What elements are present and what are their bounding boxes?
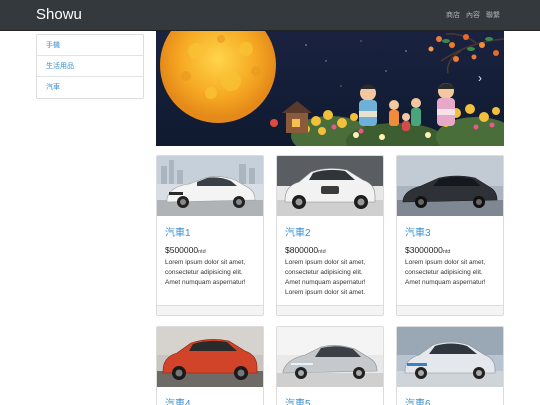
product-card: 汽車4 bbox=[156, 326, 264, 405]
price-unit: ntd bbox=[442, 249, 451, 255]
card-price: $500000ntd bbox=[165, 245, 255, 255]
card-footer bbox=[397, 305, 503, 315]
chevron-right-icon[interactable]: › bbox=[478, 71, 482, 85]
sidebar-item-phones[interactable]: 手機 bbox=[37, 35, 143, 56]
navbar: Showu 商店 內容 聯繫 bbox=[0, 0, 540, 31]
car-image[interactable] bbox=[157, 327, 263, 387]
car-image[interactable] bbox=[157, 156, 263, 216]
card-title[interactable]: 汽車1 bbox=[165, 224, 255, 239]
price-unit: ntd bbox=[198, 249, 206, 255]
product-card: 汽車3 $3000000ntd Lorem ipsum dolor sit am… bbox=[396, 155, 504, 316]
car-image[interactable] bbox=[277, 156, 383, 216]
card-title[interactable]: 汽車2 bbox=[285, 224, 375, 239]
product-card: 汽車5 bbox=[276, 326, 384, 405]
brand-logo[interactable]: Showu bbox=[36, 6, 82, 23]
price-value: $800000 bbox=[285, 245, 319, 255]
price-unit: ntd bbox=[318, 249, 326, 255]
hero-carousel[interactable]: › bbox=[156, 31, 504, 146]
carousel-slide-image bbox=[156, 31, 504, 146]
nav-links: 商店 內容 聯繫 bbox=[446, 10, 500, 20]
card-price: $3000000ntd bbox=[405, 245, 495, 255]
product-card: 汽車2 $800000ntd Lorem ipsum dolor sit ame… bbox=[276, 155, 384, 316]
sidebar-item-daily-goods[interactable]: 生活用品 bbox=[37, 56, 143, 77]
nav-link-shop[interactable]: 商店 bbox=[446, 10, 460, 20]
category-sidebar: 手機 生活用品 汽車 bbox=[36, 34, 144, 99]
card-footer bbox=[277, 305, 383, 315]
card-title[interactable]: 汽車4 bbox=[165, 395, 255, 405]
nav-link-contact[interactable]: 聯繫 bbox=[486, 10, 500, 20]
card-title[interactable]: 汽車5 bbox=[285, 395, 375, 405]
price-value: $3000000 bbox=[405, 245, 443, 255]
car-image[interactable] bbox=[397, 156, 503, 216]
card-title[interactable]: 汽車3 bbox=[405, 224, 495, 239]
car-image[interactable] bbox=[277, 327, 383, 387]
card-price: $800000ntd bbox=[285, 245, 375, 255]
price-value: $500000 bbox=[165, 245, 199, 255]
product-card: 汽車1 $500000ntd Lorem ipsum dolor sit ame… bbox=[156, 155, 264, 316]
card-description: Lorem ipsum dolor sit amet, consectetur … bbox=[165, 259, 246, 286]
sidebar-item-cars[interactable]: 汽車 bbox=[37, 77, 143, 98]
card-description: Lorem ipsum dolor sit amet, consectetur … bbox=[285, 259, 366, 296]
car-image[interactable] bbox=[397, 327, 503, 387]
card-description: Lorem ipsum dolor sit amet, consectetur … bbox=[405, 259, 486, 286]
card-title[interactable]: 汽車6 bbox=[405, 395, 495, 405]
product-card: 汽車6 bbox=[396, 326, 504, 405]
nav-link-content[interactable]: 內容 bbox=[466, 10, 480, 20]
card-footer bbox=[157, 305, 263, 315]
